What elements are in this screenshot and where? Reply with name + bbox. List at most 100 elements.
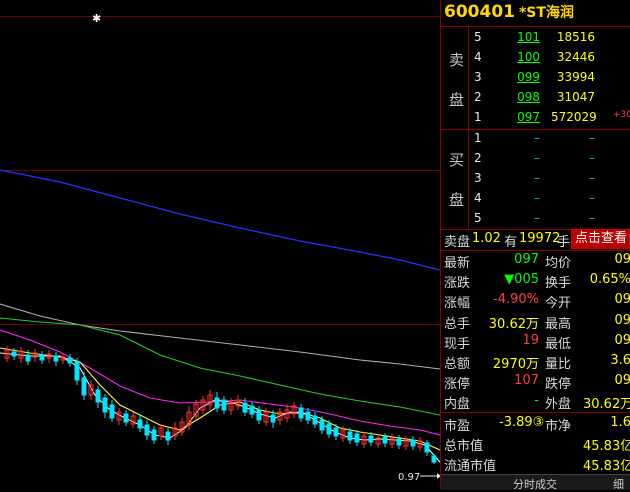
sell-row-1[interactable]: 1 097 572029 +30 [441, 108, 630, 128]
sell-summary-ratio: 1.02 [472, 231, 501, 246]
buy-price[interactable]: – [516, 151, 540, 165]
sell-price[interactable]: 099 [516, 70, 540, 84]
sell-price[interactable]: 101 [516, 30, 540, 44]
sell-row-3[interactable]: 3 099 33994 [441, 68, 630, 88]
sell-volume: 32446 [556, 50, 595, 64]
valuation-row: 流通市值 45.83亿 [441, 454, 630, 474]
stat-label: 总手 [444, 316, 471, 332]
stat-label: 现手 [444, 336, 471, 352]
candle-body [424, 442, 430, 453]
stat-label: 今开 [545, 296, 572, 312]
stat-value: 30.62万 [488, 316, 539, 332]
sell-summary-text-3: 手 [557, 235, 571, 250]
candle-body [109, 404, 115, 419]
stat-label: 涨跌 [444, 276, 471, 292]
stat-label: 均价 [545, 256, 572, 271]
candle-body [249, 405, 255, 415]
stat-row: 涨停 107 跌停 09 [441, 372, 630, 392]
bottom-tabbar: 分时成交 细 [441, 474, 630, 492]
sell-change: +30 [613, 110, 630, 120]
stat-row: 现手 19 最低 09 [441, 332, 630, 352]
sell-volume: 33994 [556, 70, 595, 84]
sell-summary-text-2: 有 [504, 235, 518, 250]
candle-body [102, 397, 108, 413]
stat-label: 总额 [444, 357, 471, 372]
candle-body [270, 414, 276, 423]
sell-volume: 31047 [556, 90, 595, 104]
stat-row: 最新 097 均价 09 [441, 251, 630, 271]
candle-body [319, 419, 325, 431]
tab-detail[interactable]: 细 [613, 476, 624, 492]
candle-body [39, 354, 45, 361]
stat-label: 换手 [545, 276, 572, 292]
candle-body [410, 439, 416, 447]
buy-price[interactable]: – [516, 211, 540, 225]
stat-label: 最低 [545, 336, 572, 352]
candle-body [67, 357, 73, 364]
stat-value: 09 [614, 292, 630, 308]
stat-label: 最新 [444, 256, 471, 271]
valuation-value: 45.83亿 [583, 439, 630, 454]
stat-row: 涨幅 -4.90% 今开 09 [441, 291, 630, 311]
candle-body [123, 413, 129, 423]
sell-price[interactable]: 100 [516, 50, 540, 64]
buy-row-5[interactable]: 5 – – [441, 209, 630, 229]
candle-body [305, 411, 311, 421]
stat-label: 内盘 [444, 397, 471, 413]
buy-price[interactable]: – [516, 131, 540, 145]
sell-level: 1 [474, 110, 482, 124]
stat-label: 跌停 [545, 377, 572, 393]
sell-summary-text-1: 卖盘 [444, 235, 471, 250]
candle-body [74, 361, 80, 381]
stat-label: 量比 [545, 357, 572, 372]
valuation-value: 45.83亿 [583, 459, 630, 474]
stat-row: 总手 30.62万 最高 09 [441, 312, 630, 332]
buy-price[interactable]: – [516, 171, 540, 185]
sell-price[interactable]: 098 [516, 90, 540, 104]
tab-time-trades[interactable]: 分时成交 [513, 476, 557, 492]
ma-white-line [0, 352, 440, 463]
buy-volume: – [589, 191, 595, 205]
stat-value: 097 [514, 252, 539, 267]
candle-body [298, 407, 304, 419]
buy-row-3[interactable]: 3 – – [441, 169, 630, 189]
buy-level: 2 [474, 151, 482, 165]
candle-body [396, 438, 402, 446]
valuation-label: 总市值 [444, 439, 484, 454]
star-marker: ✱ [92, 12, 101, 25]
stat-value: 2970万 [492, 357, 539, 372]
buy-volume: – [589, 131, 595, 145]
price-marker-label: 0.97 [398, 472, 420, 483]
buy-price[interactable]: – [516, 191, 540, 205]
kline-chart[interactable]: ✱ 0.97 [0, 0, 440, 489]
buy-level: 1 [474, 131, 482, 145]
valuation-value: -3.89③ [499, 415, 545, 430]
candle-body [242, 402, 248, 413]
buy-volume: – [589, 151, 595, 165]
candle-body [431, 455, 437, 463]
sell-row-4[interactable]: 4 100 32446 [441, 48, 630, 68]
view-details-button[interactable]: 点击查看 [571, 229, 630, 249]
candle-body [326, 423, 332, 435]
stat-value: - [534, 393, 539, 409]
sell-row-2[interactable]: 2 098 31047 [441, 88, 630, 108]
stat-value: 09 [614, 332, 630, 348]
sell-price[interactable]: 097 [516, 110, 540, 124]
stat-value: 30.62万 [583, 397, 630, 413]
buy-row-4[interactable]: 4 – – [441, 189, 630, 209]
ma-blue-line [0, 169, 440, 271]
stat-value: 107 [514, 373, 539, 389]
grid-lines [0, 16, 440, 325]
stat-row: 涨跌 ▼005 换手 0.65% [441, 271, 630, 291]
stat-value: 0.65% [589, 272, 630, 288]
sell-row-5[interactable]: 5 101 18516 [441, 28, 630, 48]
stat-label: 涨幅 [444, 296, 471, 312]
buy-level: 3 [474, 171, 482, 185]
quote-panel: 600401 *ST海润 卖 盘 5 101 18516 4 100 32446 … [440, 0, 630, 492]
price-marker: 0.97 [398, 472, 440, 483]
buy-row-2[interactable]: 2 – – [441, 149, 630, 169]
candle-body [53, 355, 59, 362]
stock-code: 600401 [444, 2, 515, 22]
buy-row-1[interactable]: 1 – – [441, 129, 630, 149]
candle-body [368, 435, 374, 443]
